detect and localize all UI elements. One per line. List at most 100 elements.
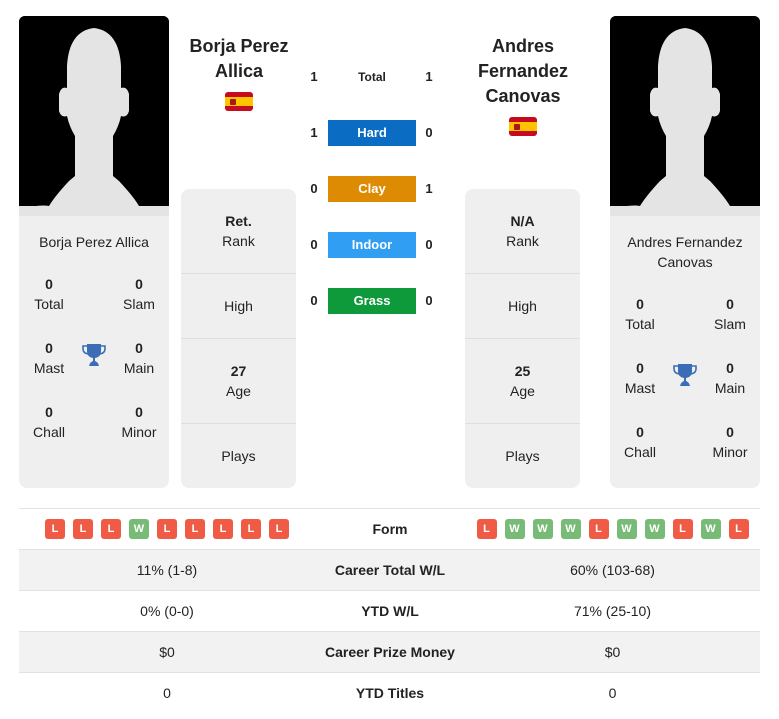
player1-career-wl: 11% (1-8) — [136, 562, 198, 578]
row-label: YTD W/L — [361, 603, 419, 619]
player1-ytd-titles: 0 — [163, 685, 171, 701]
silhouette-icon — [610, 16, 760, 216]
player2-form-badge-win[interactable]: W — [560, 519, 581, 539]
player2-name-line: Canovas — [485, 86, 561, 106]
player2-form-badge-loss[interactable]: L — [672, 519, 693, 539]
player2-h2h-count: 0 — [425, 125, 433, 140]
player2-form-badge-win[interactable]: W — [616, 519, 637, 539]
player1-form-badge-loss[interactable]: L — [213, 519, 233, 539]
player1-titles-card: Borja Perez Allica 0 Total 0 Slam 0 Mast… — [19, 216, 169, 488]
player2-high: High — [465, 274, 580, 339]
player2-form-badge-win[interactable]: W — [644, 519, 665, 539]
player1-age: 27 Age — [181, 339, 296, 424]
player1-titles-mast: 0 Mast — [33, 340, 65, 376]
h2h-row-total: 1 Total 1 — [300, 64, 460, 90]
player2-form: LWWWLWWLWL — [465, 519, 760, 539]
table-row: $0 Career Prize Money $0 — [19, 631, 760, 672]
player1-rank: Ret. Rank — [181, 189, 296, 274]
player1-form-badge-loss[interactable]: L — [185, 519, 205, 539]
player2-ytd-titles: 0 — [608, 685, 617, 701]
table-row: 0% (0-0) YTD W/L 71% (25-10) — [19, 590, 760, 631]
player2-titles-total: 0 Total — [625, 296, 655, 332]
player1-form-badge-loss[interactable]: L — [157, 519, 177, 539]
player1-titles-slam: 0 Slam — [123, 276, 155, 312]
player1-form: LLLWLLLLL — [19, 519, 315, 539]
player2-ytd-wl: 71% (25-10) — [573, 603, 652, 619]
player2-form-badge-loss[interactable]: L — [588, 519, 609, 539]
form-label: Form — [372, 521, 408, 537]
player1-high: High — [181, 274, 296, 339]
comparison-table: LLLWLLLLL Form LWWWLWWLWL 11% (1-8) Care… — [19, 508, 760, 713]
player1-form-badge-loss[interactable]: L — [45, 519, 65, 539]
player2-card-name: Andres Fernandez Canovas — [627, 234, 743, 270]
trophy-icon — [673, 364, 697, 386]
trophy-icon — [82, 344, 106, 366]
player1-form-badge-loss[interactable]: L — [73, 519, 93, 539]
player1-ytd-wl: 0% (0-0) — [140, 603, 194, 619]
player2-h2h-count: 0 — [425, 237, 433, 252]
player2-info-panel: N/A Rank High 25 Age Plays — [465, 189, 580, 488]
surface-badge-grass[interactable]: Grass — [328, 288, 416, 314]
player2-titles-main: 0 Main — [714, 360, 746, 396]
player2-titles-chall: 0 Chall — [624, 424, 656, 460]
player1-titles-chall: 0 Chall — [33, 404, 65, 440]
player2-form-badge-loss[interactable]: L — [728, 519, 749, 539]
player1-prize-money: $0 — [159, 644, 175, 660]
player2-form-badge-win[interactable]: W — [532, 519, 553, 539]
table-row: 0 YTD Titles 0 — [19, 672, 760, 713]
player1-name-line: Allica — [214, 61, 264, 81]
surface-badge-clay[interactable]: Clay — [328, 176, 416, 202]
player1-card-name: Borja Perez Allica — [39, 234, 149, 250]
player1-h2h-count: 1 — [310, 125, 318, 140]
player1-h2h-count: 0 — [310, 293, 318, 308]
table-row: 11% (1-8) Career Total W/L 60% (103-68) — [19, 549, 760, 590]
player2-name-heading[interactable]: Andres Fernandez Canovas — [462, 34, 584, 109]
row-label: Career Total W/L — [334, 562, 446, 578]
player2-h2h-count: 1 — [425, 181, 433, 196]
player1-name-heading[interactable]: Borja Perez Allica — [178, 34, 300, 84]
player2-form-badge-win[interactable]: W — [700, 519, 721, 539]
form-row: LLLWLLLLL Form LWWWLWWLWL — [19, 508, 760, 549]
player2-name-line: Fernandez — [477, 61, 569, 81]
player2-titles-minor: 0 Minor — [712, 424, 748, 460]
player2-form-badge-loss[interactable]: L — [476, 519, 497, 539]
player1-form-badge-loss[interactable]: L — [241, 519, 261, 539]
h2h-row-clay: 0 Clay 1 — [300, 176, 460, 202]
player2-titles-card: Andres Fernandez Canovas 0 Total 0 Slam … — [610, 216, 760, 488]
player2-titles-slam: 0 Slam — [714, 296, 746, 332]
surface-badge-total[interactable]: Total — [328, 64, 416, 90]
player2-plays: Plays — [505, 448, 540, 464]
spain-flag-icon — [509, 117, 537, 136]
player1-form-badge-loss[interactable]: L — [101, 519, 121, 539]
player1-info-panel: Ret. Rank High 27 Age Plays — [181, 189, 296, 488]
player1-form-badge-loss[interactable]: L — [269, 519, 289, 539]
h2h-row-indoor: 0 Indoor 0 — [300, 232, 460, 258]
player2-photo — [610, 16, 760, 216]
player2-prize-money: $0 — [604, 644, 621, 660]
player1-titles-total: 0 Total — [34, 276, 64, 312]
player1-photo — [19, 16, 169, 216]
row-label: YTD Titles — [355, 685, 425, 701]
player1-form-badge-win[interactable]: W — [129, 519, 149, 539]
player1-h2h-count: 0 — [310, 237, 318, 252]
player2-h2h-count: 0 — [425, 293, 433, 308]
spain-flag-icon — [225, 92, 253, 111]
player2-career-wl: 60% (103-68) — [570, 562, 655, 578]
surface-badge-hard[interactable]: Hard — [328, 120, 416, 146]
player1-h2h-count: 1 — [310, 69, 318, 84]
player2-name-line: Andres — [491, 36, 554, 56]
surface-badge-indoor[interactable]: Indoor — [328, 232, 416, 258]
player2-rank: N/A Rank — [465, 189, 580, 274]
row-label: Career Prize Money — [325, 644, 455, 660]
player1-titles-minor: 0 Minor — [121, 404, 157, 440]
h2h-row-grass: 0 Grass 0 — [300, 288, 460, 314]
player2-titles-mast: 0 Mast — [624, 360, 656, 396]
h2h-row-hard: 1 Hard 0 — [300, 120, 460, 146]
player2-h2h-count: 1 — [425, 69, 433, 84]
player2-form-badge-win[interactable]: W — [504, 519, 525, 539]
player1-plays: Plays — [221, 448, 256, 464]
player1-h2h-count: 0 — [310, 181, 318, 196]
player1-titles-main: 0 Main — [123, 340, 155, 376]
player2-age: 25 Age — [465, 339, 580, 424]
silhouette-icon — [19, 16, 169, 216]
